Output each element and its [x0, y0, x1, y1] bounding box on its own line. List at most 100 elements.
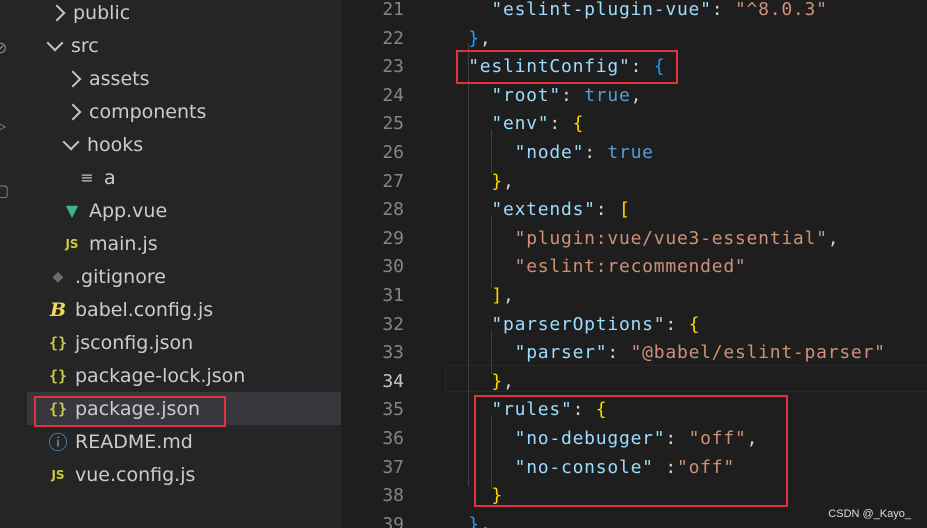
code-line[interactable]: "extends": [: [445, 195, 631, 224]
explorer-item-components[interactable]: components: [27, 95, 341, 128]
code-token: ,: [630, 84, 643, 106]
line-number: 32: [382, 313, 404, 335]
code-token: "eslint:recommended": [514, 256, 747, 278]
code-line[interactable]: "no-debugger": "off",: [445, 424, 758, 453]
code-line[interactable]: "root": true,: [445, 81, 642, 110]
explorer-item-readme-md[interactable]: ⓘ README.md: [27, 425, 341, 458]
code-token: :: [711, 0, 735, 20]
code-line[interactable]: "env": {: [445, 109, 584, 138]
explorer-item-label: .gitignore: [75, 265, 166, 288]
code-token: :: [572, 399, 596, 421]
code-token: "eslintConfig": [468, 56, 631, 78]
code-token: :: [653, 456, 677, 478]
code-token: ,: [503, 370, 515, 392]
code-token: "off": [688, 428, 747, 449]
explorer-item-package-lock-json[interactable]: {} package-lock.json: [27, 359, 341, 392]
code-line[interactable]: "rules": {: [445, 395, 607, 424]
chevron-down-icon: [46, 34, 64, 51]
line-number: 34: [382, 370, 404, 392]
code-token: :: [607, 342, 631, 364]
explorer-item-package-json[interactable]: {} package.json: [27, 392, 341, 425]
explorer-item-vue-config-js[interactable]: JS vue.config.js: [27, 458, 341, 491]
explorer-item-label: babel.config.js: [75, 298, 214, 321]
code-token: {: [653, 56, 666, 78]
explorer-item-assets[interactable]: assets: [27, 62, 341, 95]
explorer-item-gitignore[interactable]: ◆ .gitignore: [27, 260, 341, 293]
line-number: 26: [382, 142, 404, 163]
line-number: 36: [382, 428, 404, 449]
code-line[interactable]: }: [445, 481, 503, 510]
code-line[interactable]: "eslintConfig": {: [445, 52, 665, 81]
code-token: "off": [676, 456, 735, 478]
line-number: 38: [382, 485, 404, 507]
code-line[interactable]: "eslint-plugin-vue": "^8.0.3": [445, 0, 828, 24]
explorer-item-src[interactable]: src: [27, 29, 341, 62]
explorer-item-label: README.md: [75, 430, 193, 453]
code-token: "plugin:vue/vue3-essential": [514, 227, 828, 249]
activity-bar: ⊘ ▷ ▢: [0, 0, 27, 528]
code-token: "parserOptions": [491, 313, 666, 335]
code-token: "root": [491, 84, 561, 106]
search-icon[interactable]: ⊘: [0, 40, 10, 56]
line-number: 39: [382, 513, 404, 528]
code-line[interactable]: ],: [445, 281, 515, 310]
line-number: 25: [382, 113, 404, 135]
code-editor[interactable]: "eslint-plugin-vue": "^8.0.3" }, "eslint…: [445, 0, 927, 528]
line-number: 31: [382, 285, 404, 306]
json-icon: {}: [48, 333, 68, 352]
line-number: 28: [382, 199, 404, 221]
text-file-icon: ≡: [80, 168, 94, 187]
code-line[interactable]: },: [445, 510, 491, 528]
js-icon: JS: [65, 236, 79, 251]
current-line-highlight: [445, 365, 927, 392]
chevron-right-icon: [64, 70, 82, 87]
babel-icon: B: [49, 298, 67, 321]
code-token: :: [595, 199, 619, 221]
explorer-item-label: hooks: [87, 133, 144, 156]
code-token: "rules": [491, 399, 573, 421]
code-line[interactable]: "plugin:vue/vue3-essential",: [445, 224, 839, 253]
line-number: 35: [382, 399, 404, 421]
code-line[interactable]: },: [445, 367, 515, 396]
explorer-item-hooks[interactable]: hooks: [27, 128, 341, 161]
explorer-item-public[interactable]: public: [27, 0, 341, 29]
extensions-icon[interactable]: ▢: [0, 183, 10, 199]
code-line[interactable]: "parserOptions": {: [445, 310, 700, 339]
explorer-item-label: package-lock.json: [75, 364, 246, 387]
explorer-item-jsconfig-json[interactable]: {} jsconfig.json: [27, 326, 341, 359]
run-debug-icon[interactable]: ▷: [0, 118, 10, 134]
code-token: }: [468, 27, 480, 49]
code-line[interactable]: },: [445, 167, 515, 196]
line-number: 23: [382, 56, 404, 78]
code-token: }: [491, 170, 503, 192]
code-token: [: [618, 199, 631, 221]
explorer-item-main-js[interactable]: JS main.js: [27, 227, 341, 260]
chevron-down-icon: [62, 133, 80, 150]
code-line[interactable]: },: [445, 24, 491, 53]
code-line[interactable]: "node": true: [445, 138, 654, 167]
explorer-item-app-vue[interactable]: ▼ App.vue: [27, 194, 341, 227]
code-token: "eslint-plugin-vue": [491, 0, 712, 20]
code-line[interactable]: "no-console" :"off": [445, 453, 735, 482]
code-line[interactable]: "eslint:recommended": [445, 252, 747, 281]
explorer-item-babel-config-js[interactable]: Bbabel.config.js: [27, 293, 341, 326]
code-token: "no-debugger": [514, 428, 666, 449]
code-token: "extends": [491, 199, 596, 221]
line-number: 21: [382, 0, 404, 20]
code-token: "@babel/eslint-parser": [630, 342, 886, 364]
json-icon: {}: [48, 399, 68, 418]
explorer-item-label: src: [71, 34, 99, 57]
explorer-item-a[interactable]: ≡ a: [27, 161, 341, 194]
code-line[interactable]: "parser": "@babel/eslint-parser": [445, 338, 886, 367]
